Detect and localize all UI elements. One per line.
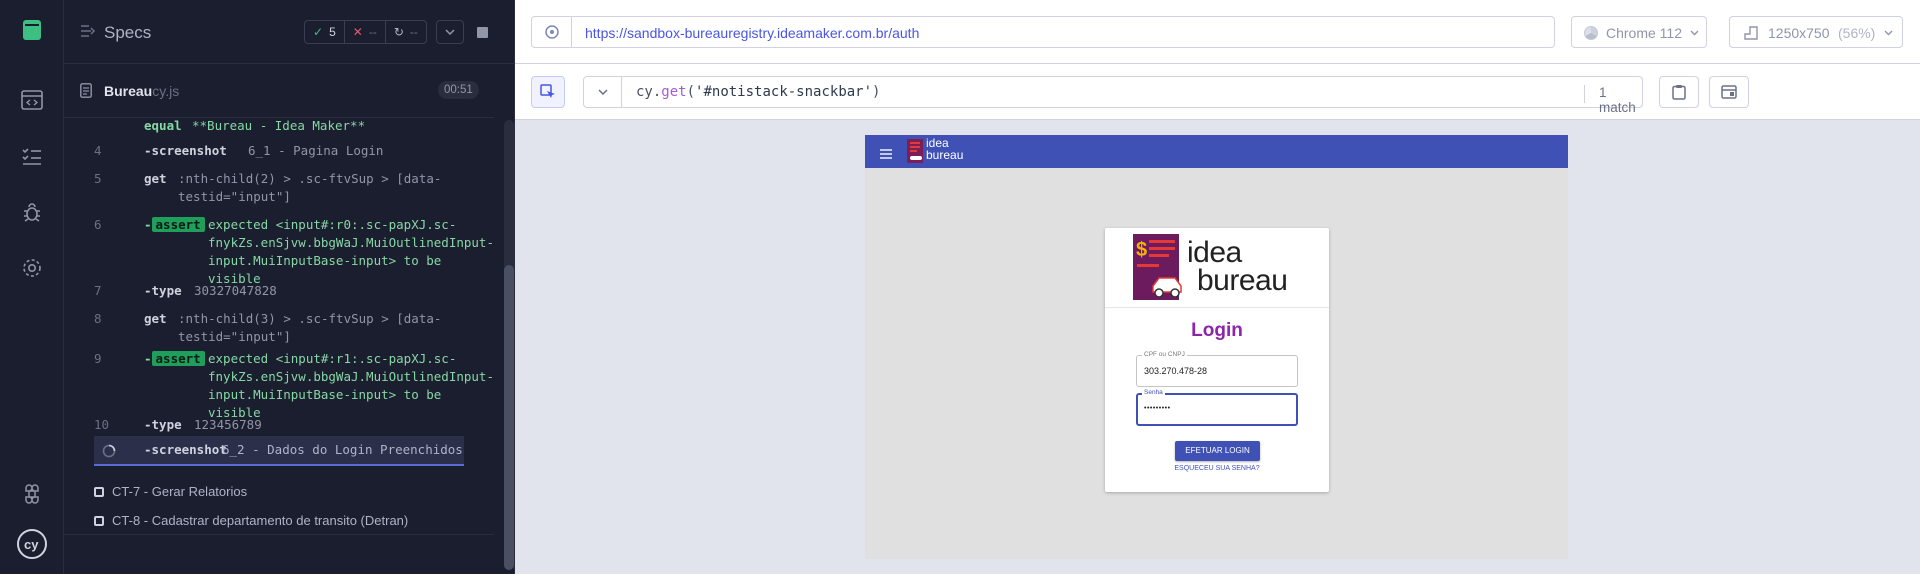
forgot-password-link[interactable]: ESQUECEU SUA SENHA? <box>1105 465 1329 472</box>
console-icon <box>1721 85 1737 99</box>
failed-count: ✕ -- <box>345 21 386 43</box>
chevron-down-icon <box>445 29 455 35</box>
login-title: Login <box>1191 320 1243 341</box>
test-item[interactable]: CT-8 - Cadastrar departamento de transit… <box>94 513 408 528</box>
test-item[interactable]: CT-7 - Gerar Relatorios <box>94 484 247 499</box>
reporter-bottom-divider <box>64 534 494 535</box>
match-count: 1 match <box>1584 85 1642 115</box>
svg-text:cy: cy <box>24 537 39 552</box>
cpf-field[interactable]: CPF ou CNPJ 303.270.478-28 <box>1136 351 1298 387</box>
stop-button[interactable] <box>468 20 496 44</box>
runs-icon[interactable] <box>18 86 46 114</box>
app-bar: idea bureau <box>865 135 1568 168</box>
spec-file-header: Bureaucy.js 00:51 <box>64 64 494 118</box>
reporter-panel: Specs ✓ 5 ✕ -- ↻ -- Bureaucy.js 00:51 eq… <box>64 0 514 574</box>
scrollbar-thumb[interactable] <box>504 265 514 570</box>
svg-text:$: $ <box>1136 239 1147 261</box>
spec-duration: 00:51 <box>438 81 479 99</box>
url-text: https://sandbox-bureauregistry.ideamaker… <box>585 25 920 41</box>
login-card: $ idea bureau Login CPF ou CNPJ 303.270.… <box>1105 228 1329 492</box>
selector-playground-icon[interactable] <box>532 17 572 47</box>
chevron-down-icon <box>1884 30 1893 36</box>
file-icon <box>80 83 92 103</box>
selector-code: cy.get('#notistack-snackbar') <box>636 84 881 100</box>
chevron-down-icon <box>1690 30 1699 36</box>
card-divider <box>1105 307 1329 308</box>
passed-count: ✓ 5 <box>305 21 345 43</box>
x-icon: ✕ <box>352 25 363 39</box>
browser-selector[interactable]: Chrome 112 <box>1571 16 1707 48</box>
resize-icon <box>1744 26 1758 40</box>
bureau-logo-icon: $ <box>1133 234 1182 300</box>
active-command-row[interactable]: -screenshot 6_2 - Dados do Login Preench… <box>94 436 464 466</box>
chevron-down-icon <box>597 89 608 95</box>
specs-title[interactable]: Specs <box>104 23 151 43</box>
aut-header: https://sandbox-bureauregistry.ideamaker… <box>515 0 1920 64</box>
login-logo: $ idea bureau <box>1133 234 1303 302</box>
aut-panel: https://sandbox-bureauregistry.ideamaker… <box>514 0 1920 574</box>
selector-dropdown-button[interactable] <box>584 77 622 107</box>
app-viewport: idea bureau $ idea bureau Login CPF ou C… <box>865 135 1568 559</box>
test-pending-icon <box>94 515 104 526</box>
settings-gear-icon[interactable] <box>18 254 46 282</box>
debug-bug-icon[interactable] <box>18 198 46 226</box>
test-pending-icon <box>94 486 104 497</box>
viewport-selector[interactable]: 1250x750 (56%) <box>1729 16 1903 48</box>
specs-collapse-icon[interactable] <box>80 24 96 43</box>
loading-spinner-icon <box>102 444 116 463</box>
selector-input[interactable]: cy.get('#notistack-snackbar') 1 match <box>583 76 1643 115</box>
copy-selector-button[interactable] <box>1659 76 1699 108</box>
senha-field[interactable]: Senha ••••••••• <box>1136 389 1298 426</box>
login-submit-button[interactable]: EFETUAR LOGIN <box>1175 441 1260 461</box>
icon-rail: cy <box>0 0 64 574</box>
selector-playground: cy.get('#notistack-snackbar') 1 match <box>515 64 1920 120</box>
bureau-logo-icon <box>907 139 923 163</box>
dropdown-toggle-button[interactable] <box>436 20 464 44</box>
assert-badge: assert <box>151 351 205 366</box>
assert-badge: assert <box>151 217 205 232</box>
pending-count: ↻ -- <box>393 25 418 39</box>
clipboard-icon <box>1672 85 1686 100</box>
cypress-logo-icon[interactable]: cy <box>16 528 48 560</box>
specs-header: Specs ✓ 5 ✕ -- ↻ -- <box>64 0 514 64</box>
menu-hamburger-icon[interactable] <box>880 146 892 164</box>
chrome-icon <box>1584 26 1598 40</box>
specs-list-icon[interactable] <box>18 142 46 170</box>
element-picker-button[interactable] <box>531 76 565 108</box>
cursor-select-icon <box>540 84 555 98</box>
stop-icon <box>476 26 488 38</box>
test-stats: ✓ 5 ✕ -- ↻ -- <box>304 20 427 44</box>
app-bar-logo[interactable]: idea bureau <box>907 137 969 165</box>
check-icon: ✓ <box>313 25 324 39</box>
pending-spinner-icon: ↻ <box>393 25 404 39</box>
app-logo-icon[interactable] <box>18 16 46 44</box>
print-to-console-button[interactable] <box>1709 76 1749 108</box>
spec-file-name: Bureaucy.js <box>104 83 180 99</box>
keyboard-shortcuts-icon[interactable] <box>18 480 46 508</box>
url-bar[interactable]: https://sandbox-bureauregistry.ideamaker… <box>531 16 1555 48</box>
reporter-scrollbar[interactable] <box>504 120 514 570</box>
command-log: equal **Bureau - Idea Maker** 4 -screens… <box>94 118 494 528</box>
